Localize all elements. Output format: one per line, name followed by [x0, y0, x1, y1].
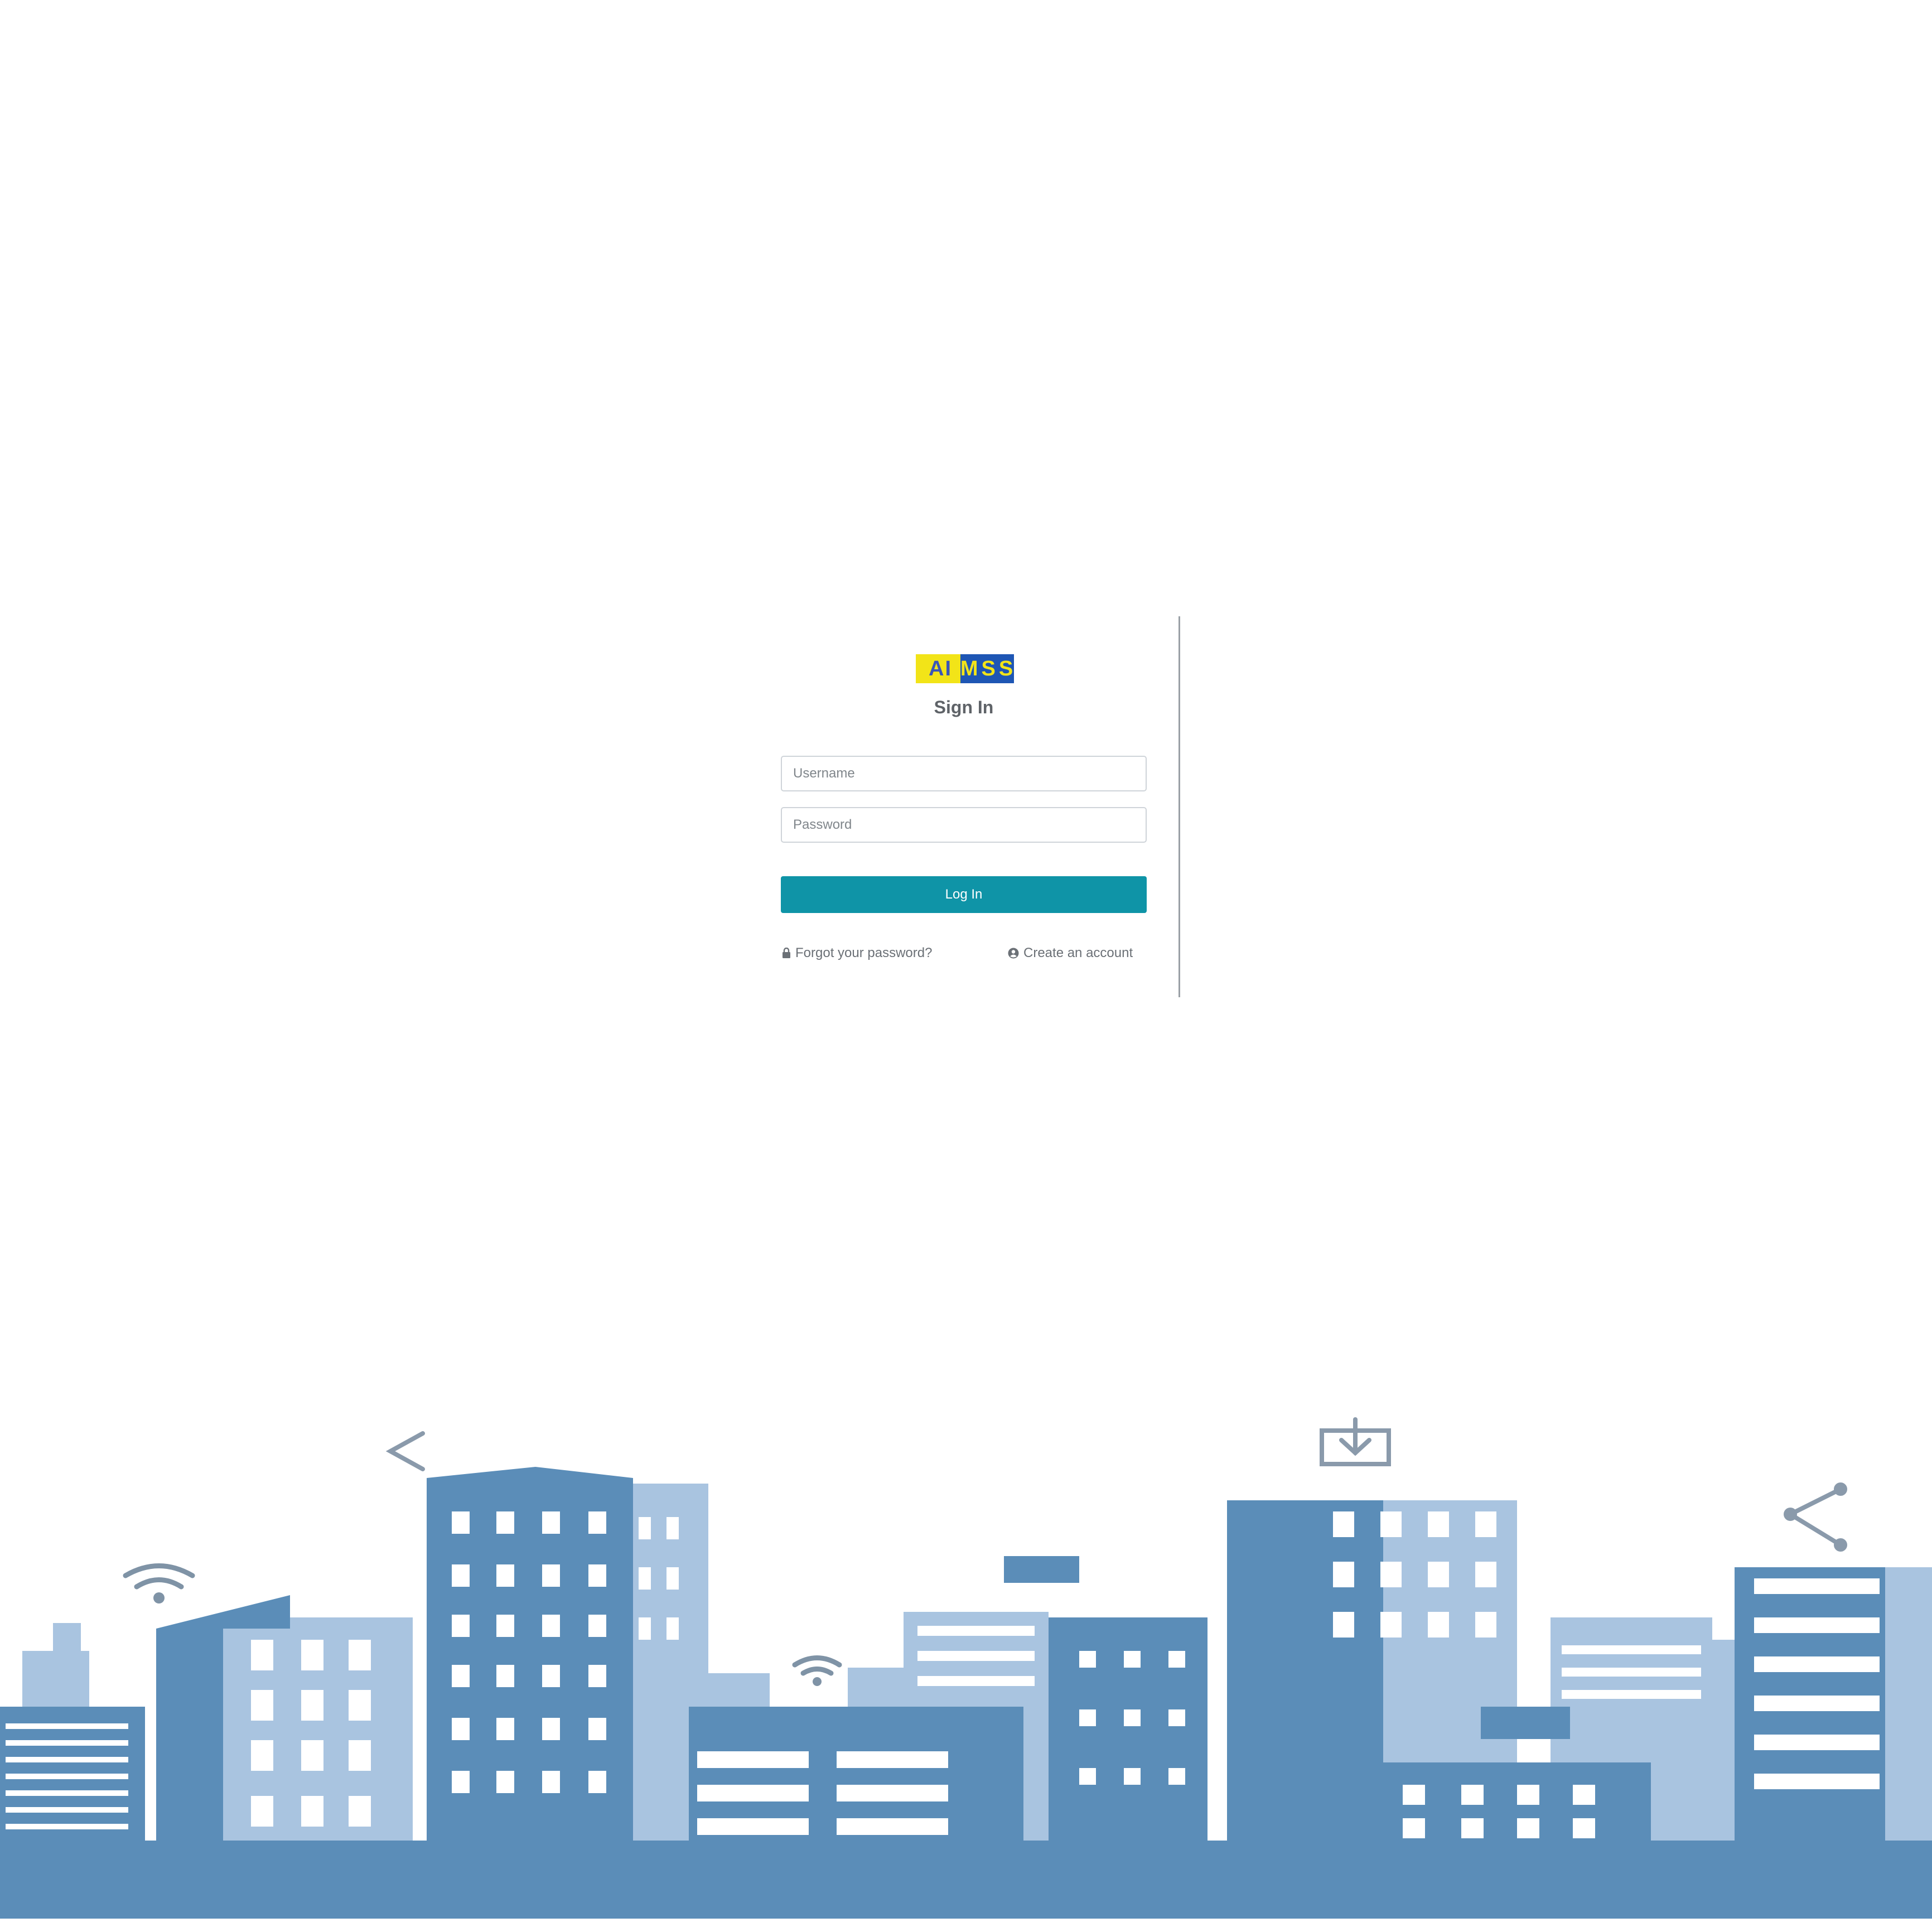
forgot-password-link[interactable]: Forgot your password? [782, 945, 932, 961]
app-logo: AI MSS [916, 654, 1014, 683]
logo-left-part: AI [916, 654, 960, 683]
page-title: Sign In [934, 697, 994, 717]
login-page: AI MSS Sign In Log In Forgot your passwo… [0, 0, 1932, 1932]
user-circle-icon [1008, 948, 1019, 959]
login-card: AI MSS Sign In Log In Forgot your passwo… [759, 616, 1180, 997]
city-skyline-illustration [0, 1417, 1932, 1919]
create-account-label: Create an account [1023, 945, 1133, 960]
logo-right-part: MSS [960, 654, 1014, 683]
login-button[interactable]: Log In [781, 876, 1147, 913]
create-account-link[interactable]: Create an account [1008, 945, 1133, 961]
forgot-password-label: Forgot your password? [795, 945, 933, 960]
lock-icon [782, 948, 791, 959]
password-input[interactable] [781, 807, 1147, 843]
username-input[interactable] [781, 756, 1147, 791]
